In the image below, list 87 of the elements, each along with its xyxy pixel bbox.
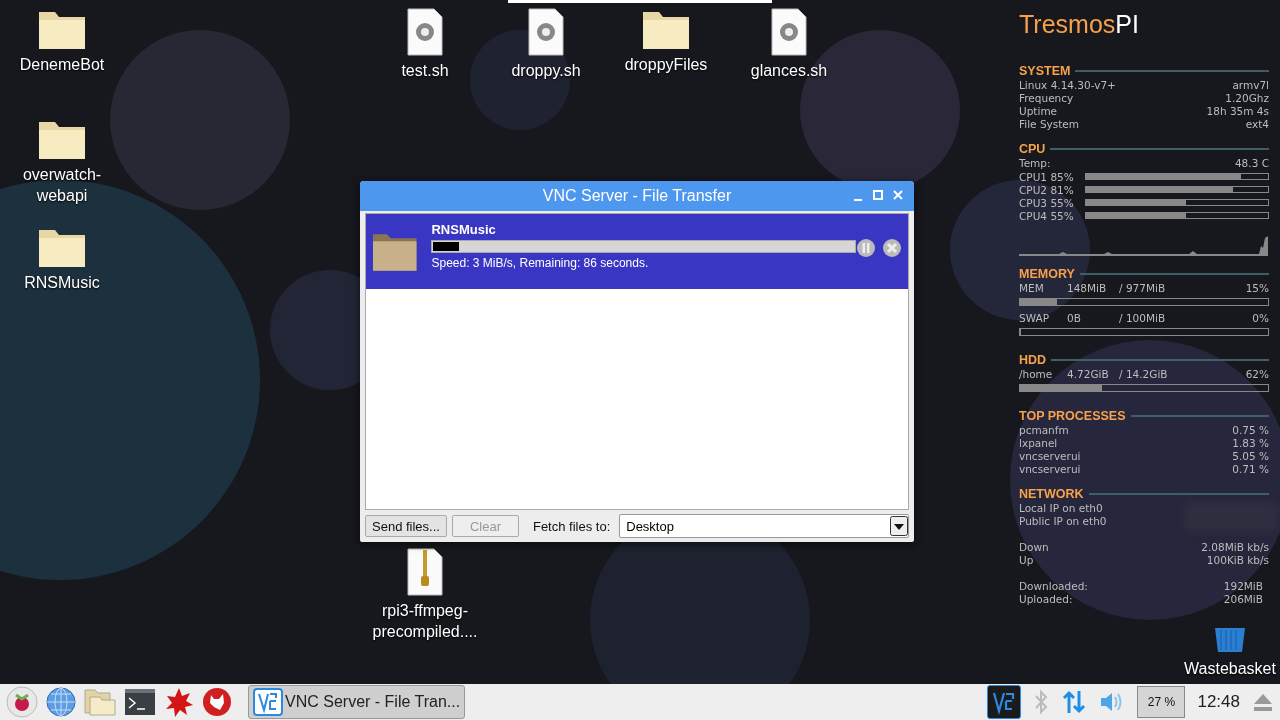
desktop-icon-label[interactable]: overwatch-webapi	[17, 164, 107, 206]
desktop-icon-label[interactable]: droppy.sh	[486, 60, 606, 81]
stat-label: vncserverui	[1019, 463, 1081, 476]
send-files-button[interactable]: Send files...	[365, 515, 447, 537]
stat-label: Local IP on eth0	[1019, 502, 1103, 515]
close-icon[interactable]	[892, 188, 904, 202]
stat-label: Down	[1019, 541, 1049, 554]
stat-label: Public IP on eth0	[1019, 515, 1107, 528]
zip-file-icon	[406, 548, 444, 596]
stat-value: 206MiB	[1223, 593, 1263, 606]
stat-label: SWAP	[1019, 312, 1050, 325]
maximize-icon[interactable]	[872, 188, 884, 202]
terminal-icon[interactable]	[124, 688, 156, 716]
transfer-name: RNSMusic	[431, 222, 497, 237]
cpu-label: CPU3 55%	[1019, 196, 1075, 209]
cancel-icon[interactable]	[882, 238, 902, 258]
stat-value: armv7l	[1232, 79, 1269, 92]
stat-value: ext4	[1245, 118, 1269, 131]
percent-value: 0%	[1251, 312, 1269, 325]
cpu-monitor[interactable]: 27 %	[1137, 686, 1186, 718]
stat-label: Linux 4.14.30-v7+	[1019, 79, 1116, 92]
stat-value: 192MiB	[1223, 580, 1263, 593]
stat-label: Downloaded:	[1019, 580, 1088, 593]
window-title: VNC Server - File Transfer	[541, 187, 733, 205]
section-heading: SYSTEM	[1019, 64, 1071, 78]
section-heading: HDD	[1019, 353, 1047, 367]
total-value: / 977MiB	[1119, 282, 1167, 295]
stat-label: Temp:	[1019, 157, 1051, 170]
fetch-label: Fetch files to:	[532, 518, 611, 534]
desktop-icon-label[interactable]: rpi3-ffmpeg-precompiled....	[370, 600, 480, 642]
raspberry-menu-icon[interactable]	[6, 686, 38, 718]
desktop-icon-label[interactable]: RNSMusic	[2, 272, 122, 293]
destination-dropdown[interactable]: Desktop	[619, 514, 909, 538]
stat-value: 1.83 %	[1232, 437, 1269, 450]
stat-label: pcmanfm	[1019, 424, 1069, 437]
stat-label: /home	[1019, 368, 1054, 381]
gear-file-icon	[527, 8, 565, 56]
used-value: 0B	[1067, 312, 1082, 325]
desktop-icon-label[interactable]: glances.sh	[729, 60, 849, 81]
task-button[interactable]: VNC Server - File Tran...	[248, 685, 466, 719]
section-heading: MEMORY	[1019, 267, 1075, 281]
cpu-label: CPU4 55%	[1019, 209, 1075, 222]
desktop-icon-label[interactable]: droppyFiles	[606, 54, 726, 75]
desktop-icon-label[interactable]: DenemeBot	[2, 54, 122, 75]
stat-label: vncserverui	[1019, 450, 1081, 463]
clock[interactable]: 12:48	[1197, 692, 1240, 712]
stat-value: 2.08MiB kb/s	[1201, 541, 1269, 554]
gear-file-icon	[770, 8, 808, 56]
stat-label: lxpanel	[1019, 437, 1058, 450]
vnc-icon	[253, 688, 283, 716]
percent-value: 62%	[1244, 368, 1269, 381]
stat-value: 48.3 C	[1234, 157, 1269, 170]
total-value: / 100MiB	[1119, 312, 1167, 325]
gear-file-icon	[406, 8, 444, 56]
stat-value: 0.75 %	[1232, 424, 1269, 437]
desktop-icon-label[interactable]: Wastebasket	[1170, 658, 1280, 679]
vnc-tray-button[interactable]	[987, 685, 1022, 719]
stat-value: 5.05 %	[1232, 450, 1269, 463]
section-heading: CPU	[1019, 142, 1046, 156]
cpu-label: CPU1 85%	[1019, 170, 1075, 183]
stat-label: Frequency	[1019, 92, 1074, 105]
desktop-icon-label[interactable]: test.sh	[365, 60, 485, 81]
stat-label: Up	[1019, 554, 1034, 567]
cpu-label: CPU2 81%	[1019, 183, 1075, 196]
stat-value: 1.20Ghz	[1225, 92, 1269, 105]
network-arrows-icon[interactable]	[1061, 689, 1088, 715]
pause-icon[interactable]	[856, 238, 877, 258]
total-value: / 14.2GiB	[1119, 368, 1169, 381]
stat-label: MEM	[1019, 282, 1045, 295]
stat-label: Uploaded:	[1019, 593, 1073, 606]
percent-value: 15%	[1244, 282, 1269, 295]
folder-icon	[372, 232, 418, 272]
globe-icon[interactable]	[46, 687, 76, 717]
stat-label: File System	[1019, 118, 1080, 131]
section-heading: TOP PROCESSES	[1019, 409, 1126, 423]
wolf-icon[interactable]	[202, 687, 232, 717]
used-value: 4.72GiB	[1067, 368, 1110, 381]
used-value: 148MiB	[1067, 282, 1108, 295]
stat-value: 0.71 %	[1232, 463, 1269, 476]
starburst-icon[interactable]	[164, 687, 194, 717]
section-heading: NETWORK	[1019, 487, 1084, 501]
stat-label: Uptime	[1019, 105, 1058, 118]
stat-value: 18h 35m 4s	[1206, 105, 1269, 118]
stat-value: 100KiB kb/s	[1206, 554, 1269, 567]
transfer-row[interactable]: RNSMusic Speed: 3 MiB/s, Remaining: 86 seconds.	[366, 214, 908, 289]
conky-title: TresmosPI	[1019, 10, 1140, 39]
transfer-status: Speed: 3 MiB/s, Remaining: 86 seconds.	[431, 256, 650, 270]
